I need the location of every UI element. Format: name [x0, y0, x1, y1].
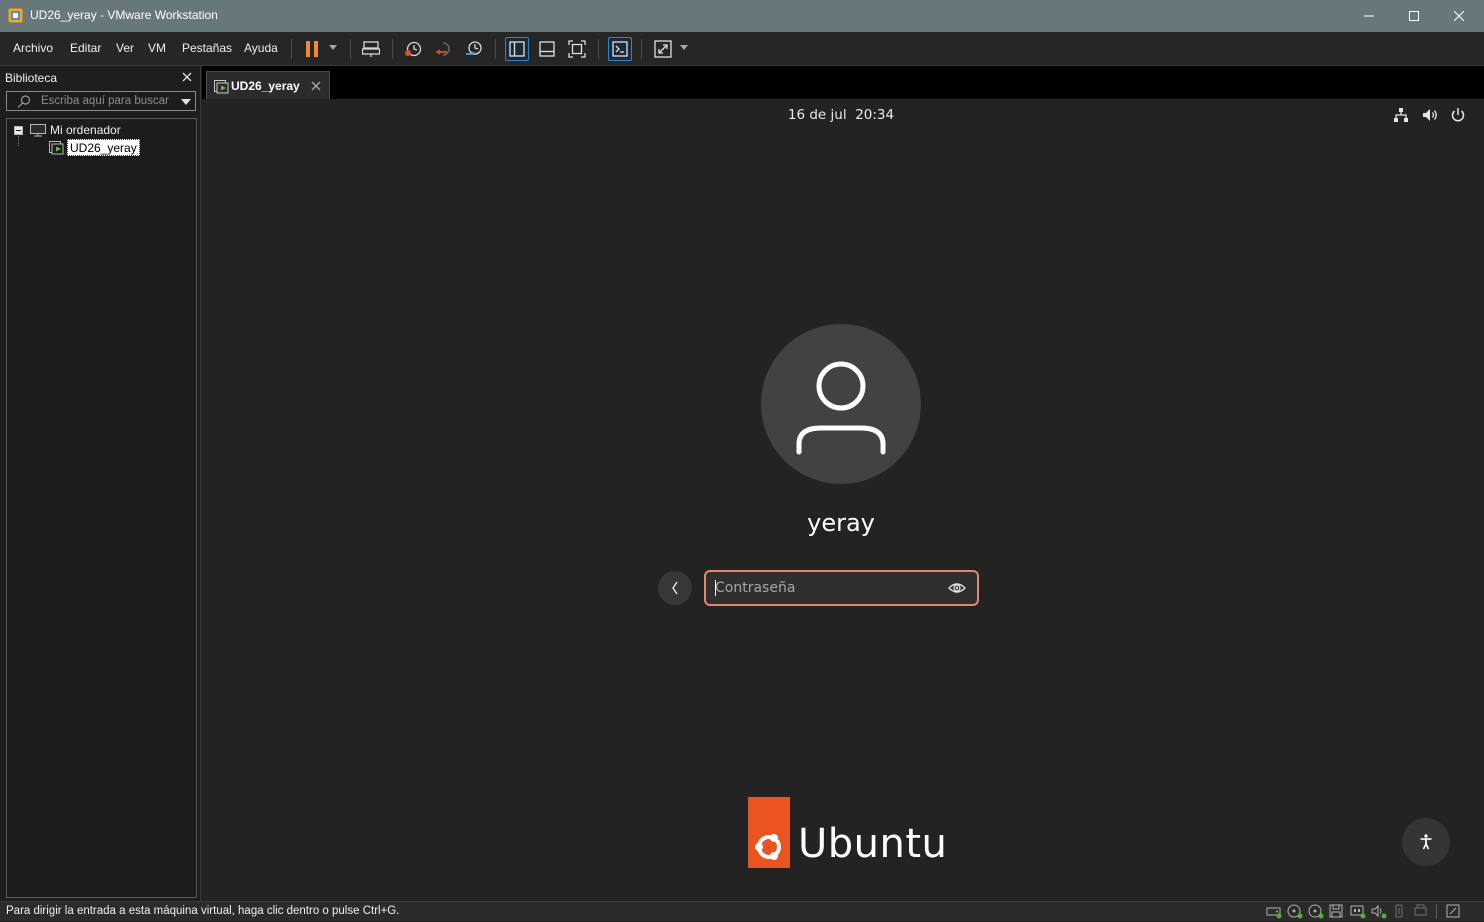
tree-item-my-computer[interactable]: Mi ordenador — [50, 123, 121, 137]
printer-icon[interactable] — [1413, 904, 1429, 919]
show-thumbnail-bar-button[interactable] — [535, 37, 559, 61]
terminal-icon — [612, 41, 628, 57]
tree-collapse-toggle[interactable] — [14, 126, 23, 135]
library-search-input[interactable]: Escriba aquí para buscar — [6, 91, 196, 111]
search-icon — [17, 95, 31, 111]
close-window-button[interactable] — [1436, 0, 1482, 32]
full-screen-icon — [568, 40, 586, 58]
power-icon[interactable] — [1450, 107, 1466, 126]
library-panel: Biblioteca Escriba aquí para buscar Mi o… — [0, 66, 201, 901]
revert-snapshot-icon — [436, 42, 450, 56]
user-icon — [796, 361, 886, 455]
tab-vm-label: UD26_yeray — [231, 79, 300, 93]
cd-dvd-2-icon[interactable] — [1308, 904, 1324, 919]
library-title: Biblioteca — [5, 71, 58, 85]
snapshot-manager-icon — [466, 41, 482, 55]
computer-icon — [30, 124, 46, 140]
circle-of-friends-icon — [755, 834, 781, 860]
vm-running-icon — [214, 80, 229, 97]
toolbar-separator — [291, 39, 292, 59]
stretch-guest-button[interactable] — [651, 37, 675, 61]
stretch-icon — [654, 40, 672, 58]
volume-icon[interactable] — [1422, 107, 1438, 126]
library-close-button[interactable] — [182, 71, 194, 83]
window-titlebar[interactable]: UD26_yeray - VMware Workstation — [0, 0, 1484, 32]
username-label: yeray — [807, 509, 875, 537]
search-dropdown-arrow[interactable] — [181, 99, 191, 105]
ubuntu-wordmark: Ubuntu — [798, 821, 948, 867]
library-panel-icon — [509, 41, 525, 57]
gdm-clock[interactable]: 16 de jul 20:34 — [202, 107, 1480, 123]
floppy-icon[interactable] — [1329, 904, 1345, 919]
cd-dvd-icon[interactable] — [1287, 904, 1303, 919]
vm-icon — [49, 141, 64, 158]
close-icon — [1454, 11, 1464, 21]
toolbar-separator — [641, 39, 642, 59]
status-separator — [1436, 904, 1437, 919]
show-password-icon[interactable] — [948, 580, 966, 599]
revert-snapshot-button[interactable] — [432, 37, 456, 61]
password-field[interactable] — [704, 570, 979, 606]
menu-toolbar: Archivo Editar Ver VM Pestañas Ayuda — [0, 32, 1484, 66]
stretch-dropdown-arrow[interactable] — [680, 45, 688, 50]
status-bar: Para dirigir la entrada a esta máquina v… — [0, 901, 1484, 921]
back-button[interactable] — [658, 571, 692, 605]
minimize-button[interactable] — [1346, 0, 1392, 32]
snapshot-manager-button[interactable] — [462, 37, 486, 61]
network-adapter-icon[interactable] — [1350, 904, 1366, 919]
accessibility-button[interactable] — [1402, 818, 1450, 866]
gdm-date: 16 de jul — [787, 107, 847, 123]
chevron-left-icon — [672, 581, 678, 595]
send-keys-icon — [362, 41, 380, 57]
menu-ayuda[interactable]: Ayuda — [244, 41, 278, 55]
tree-connector — [18, 136, 19, 146]
power-dropdown-arrow[interactable] — [329, 45, 337, 50]
accessibility-icon — [1420, 834, 1432, 850]
menu-vm[interactable]: VM — [148, 41, 166, 55]
gdm-time: 20:34 — [855, 107, 895, 123]
take-snapshot-button[interactable] — [401, 37, 425, 61]
menu-archivo[interactable]: Archivo — [13, 41, 53, 55]
tree-item-vm[interactable]: UD26_yeray — [67, 139, 140, 156]
tab-vm[interactable]: UD26_yeray — [206, 71, 330, 99]
thumbnail-bar-icon — [539, 41, 555, 57]
maximize-button[interactable] — [1391, 0, 1437, 32]
usb-icon[interactable] — [1392, 904, 1408, 919]
hard-disk-icon[interactable] — [1266, 904, 1282, 919]
search-placeholder: Escriba aquí para buscar — [41, 95, 169, 107]
message-log-icon[interactable] — [1446, 904, 1462, 919]
console-view-button[interactable] — [608, 37, 632, 61]
user-avatar[interactable] — [761, 324, 921, 484]
toolbar-separator — [495, 39, 496, 59]
send-ctrl-alt-del-button[interactable] — [359, 37, 383, 61]
vm-display[interactable]: 16 de jul 20:34 yeray Ubuntu — [202, 99, 1484, 901]
toolbar-separator — [392, 39, 393, 59]
menu-pestanas[interactable]: Pestañas — [182, 41, 232, 55]
library-tree: Mi ordenador UD26_yeray — [6, 118, 197, 898]
status-message: Para dirigir la entrada a esta máquina v… — [6, 905, 400, 917]
ubuntu-logo — [748, 797, 790, 868]
snapshot-clock-icon — [405, 41, 422, 57]
maximize-icon — [1409, 11, 1419, 21]
pause-icon — [306, 41, 318, 57]
network-icon[interactable] — [1393, 107, 1409, 126]
toolbar-separator — [350, 39, 351, 59]
password-input[interactable] — [715, 577, 940, 599]
menu-ver[interactable]: Ver — [116, 41, 134, 55]
close-icon — [182, 72, 192, 82]
tab-close-button[interactable] — [311, 80, 321, 94]
vmware-app-icon — [8, 8, 23, 23]
show-library-button[interactable] — [505, 37, 529, 61]
minimize-icon — [1364, 15, 1374, 17]
close-icon — [311, 81, 321, 91]
sound-card-icon[interactable] — [1371, 904, 1387, 919]
vm-tab-bar: UD26_yeray — [202, 66, 1484, 99]
pause-vm-button[interactable] — [300, 37, 324, 61]
menu-editar[interactable]: Editar — [70, 41, 101, 55]
full-screen-button[interactable] — [565, 37, 589, 61]
toolbar-separator — [598, 39, 599, 59]
window-title: UD26_yeray - VMware Workstation — [30, 8, 218, 22]
